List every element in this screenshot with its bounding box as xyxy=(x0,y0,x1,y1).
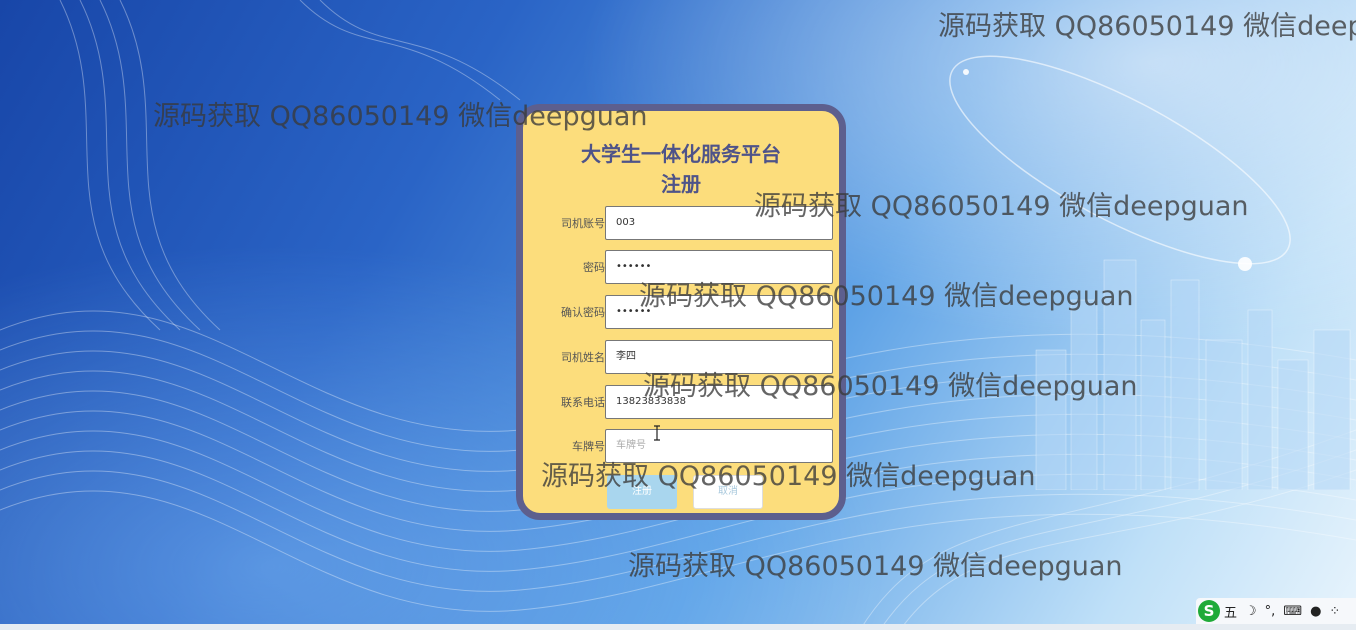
ime-logo-icon[interactable]: S xyxy=(1198,600,1220,622)
plate-label: 车牌号 xyxy=(572,440,605,453)
phone-input[interactable]: 13823833838 xyxy=(605,385,833,419)
driver-name-row: 司机姓名 李四 xyxy=(523,340,853,376)
ime-toolbar: S 五 ☽ °, ⌨ ● ⁘ xyxy=(1196,598,1356,624)
taskbar-strip xyxy=(0,624,1356,630)
ime-mode-toggle[interactable]: 五 xyxy=(1224,602,1237,621)
plate-row: 车牌号 车牌号 xyxy=(523,429,853,465)
cancel-button[interactable]: 取消 xyxy=(693,475,763,509)
plate-input[interactable]: 车牌号 xyxy=(605,429,833,463)
driver-name-label: 司机姓名 xyxy=(561,351,605,364)
city-skyline xyxy=(1035,259,1351,490)
driver-account-row: 司机账号 003 xyxy=(523,206,853,242)
password-input[interactable]: •••••• xyxy=(605,250,833,284)
menu-grid-icon[interactable]: ⁘ xyxy=(1329,604,1340,619)
confirm-password-row: 确认密码 •••••• xyxy=(523,295,853,331)
confirm-password-label: 确认密码 xyxy=(561,306,605,319)
confirm-password-input[interactable]: •••••• xyxy=(605,295,833,329)
form-title: 大学生一体化服务平台 注册 xyxy=(523,139,839,199)
password-row: 密码 •••••• xyxy=(523,250,853,286)
driver-account-label: 司机账号 xyxy=(561,217,605,230)
user-icon[interactable]: ● xyxy=(1310,604,1321,619)
register-heading: 注册 xyxy=(661,172,701,196)
platform-title: 大学生一体化服务平台 xyxy=(581,142,781,166)
register-card: 大学生一体化服务平台 注册 司机账号 003 密码 •••••• 确认密码 ••… xyxy=(516,104,846,520)
punctuation-icon[interactable]: °, xyxy=(1265,604,1276,619)
register-button[interactable]: 注册 xyxy=(607,475,677,509)
password-label: 密码 xyxy=(583,261,605,274)
phone-row: 联系电话 13823833838 xyxy=(523,385,853,421)
driver-name-input[interactable]: 李四 xyxy=(605,340,833,374)
moon-icon[interactable]: ☽ xyxy=(1245,604,1257,619)
text-cursor-icon xyxy=(654,425,660,441)
phone-label: 联系电话 xyxy=(561,396,605,409)
driver-account-input[interactable]: 003 xyxy=(605,206,833,240)
keyboard-icon[interactable]: ⌨ xyxy=(1283,604,1302,619)
